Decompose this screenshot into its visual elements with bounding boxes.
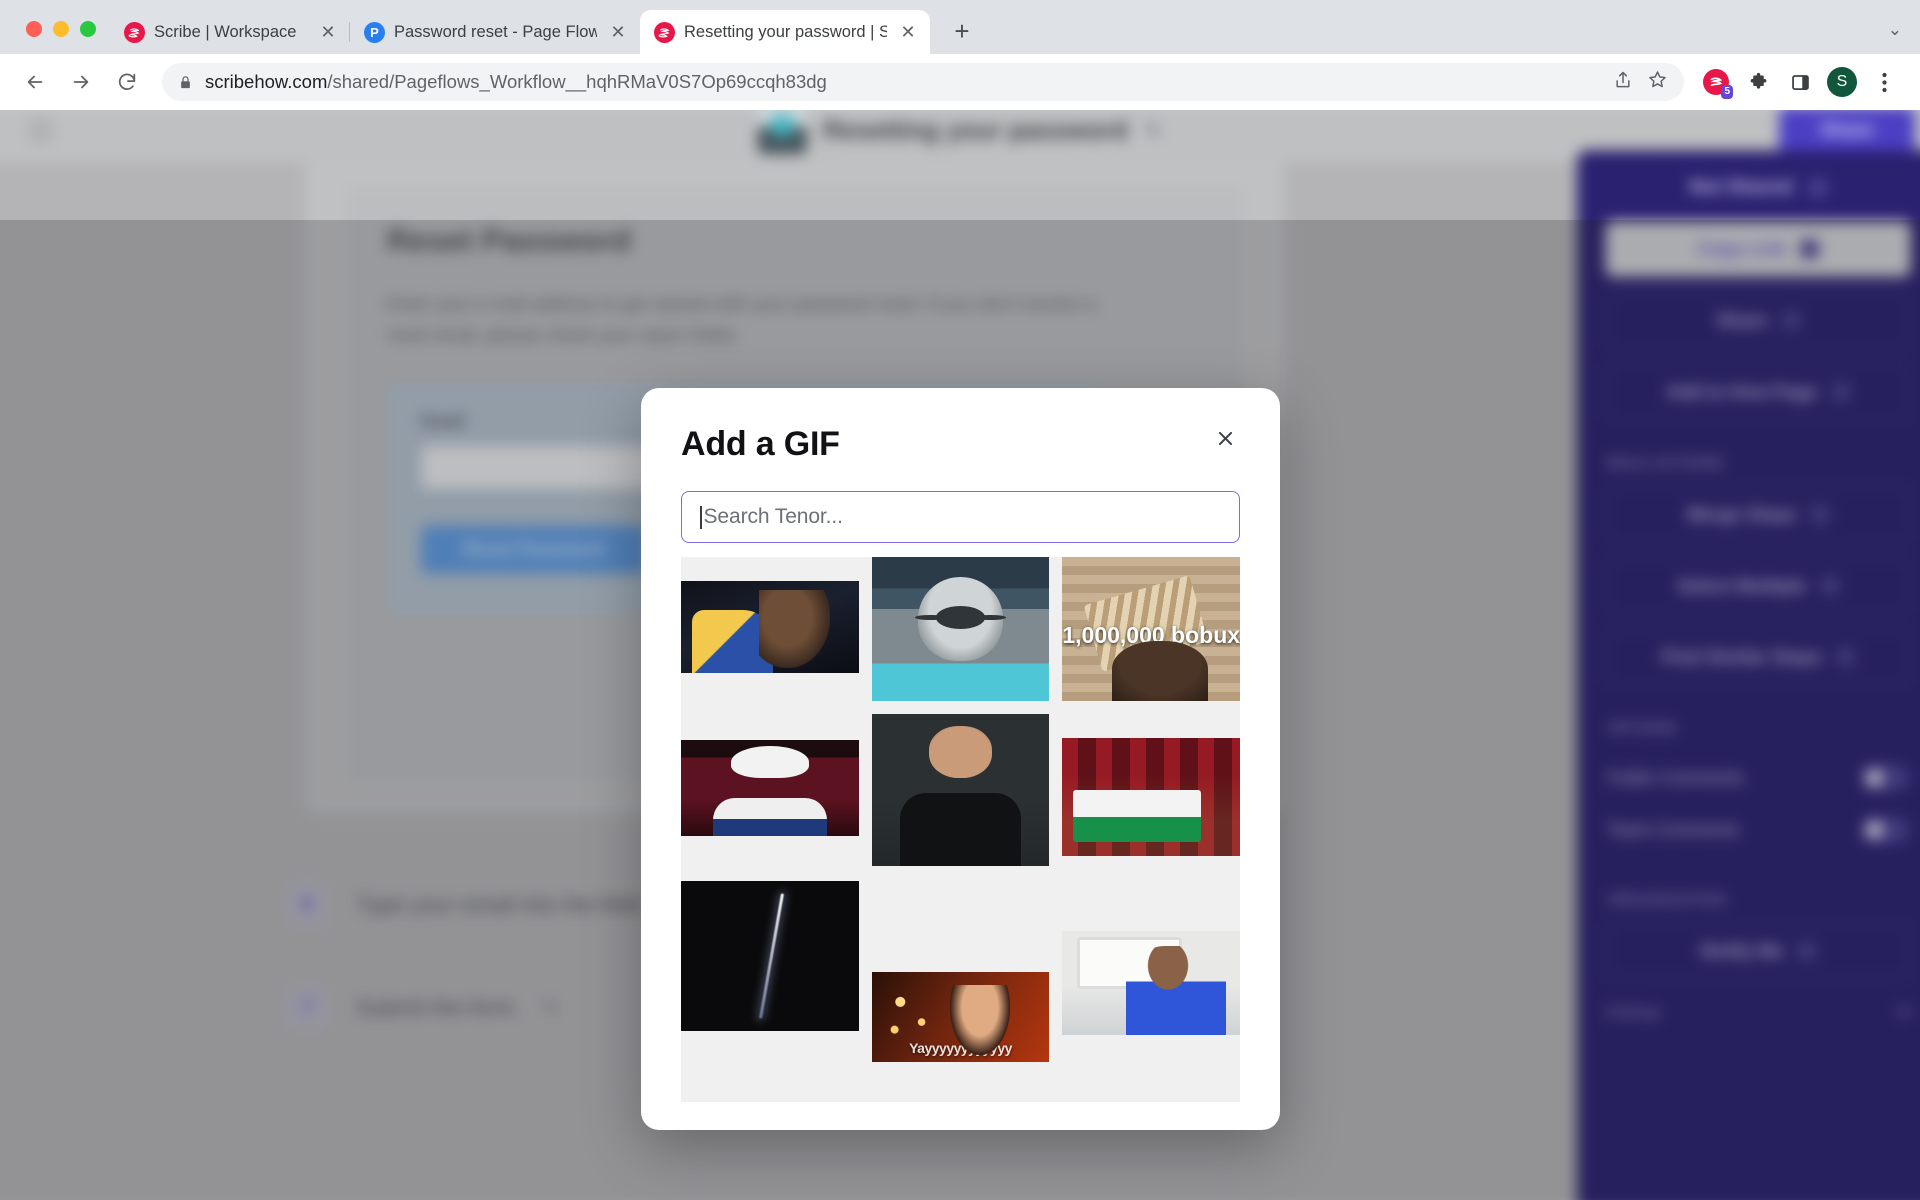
extension-badge-count: 5 [1721, 85, 1733, 99]
new-tab-button[interactable]: + [942, 11, 982, 51]
scribe-icon [124, 21, 145, 43]
gif-caption: MIKA MAGIC™ [722, 814, 818, 830]
tab-title: Password reset - Page Flows - [394, 22, 597, 41]
close-window-button[interactable] [26, 21, 42, 37]
star-icon[interactable] [1647, 69, 1668, 95]
maximize-window-button[interactable] [80, 21, 96, 37]
chevron-down-icon[interactable]: ⌄ [1888, 20, 1902, 40]
close-tab-icon[interactable]: ✕ [316, 20, 340, 44]
scribe-extension-icon[interactable]: 5 [1698, 64, 1734, 100]
page-title: Resetting your password [823, 115, 1128, 145]
tabstrip-right-controls: ⌄ [1888, 20, 1920, 54]
page-viewport: Resetting your password ✎ Share Reset Pa… [0, 110, 1920, 1200]
window-controls [12, 21, 110, 54]
lock-icon [1808, 178, 1828, 198]
reload-icon[interactable] [106, 61, 148, 103]
status-badge: Not Shared [1689, 176, 1793, 199]
browser-window: Scribe | Workspace ✕ P Password reset - … [0, 0, 1920, 1200]
share-button[interactable]: Share [1779, 110, 1915, 155]
gif-result-tile[interactable] [871, 714, 1050, 866]
search-placeholder: Search Tenor... [703, 505, 843, 528]
address-bar[interactable]: scribehow.com/shared/Pageflows_Workflow_… [162, 63, 1684, 101]
pencil-icon[interactable]: ✎ [1144, 118, 1162, 144]
gif-caption: 1,000,000 bobux [1062, 622, 1240, 649]
gif-column-2: Yayyyyyyyyyyyy [871, 557, 1050, 1102]
modal-title: Add a GIF [681, 425, 840, 463]
toolbar-icons: 5 S [1698, 64, 1906, 100]
collapse-sidebar-icon[interactable] [27, 117, 55, 144]
search-row: Search Tenor... [641, 461, 1280, 543]
tab-title: Scribe | Workspace [154, 22, 297, 41]
close-tab-icon[interactable]: ✕ [896, 20, 920, 44]
tab-title: Resetting your password | Scri [684, 22, 887, 41]
text-caret [700, 505, 702, 529]
gif-column-3: 1,000,000 bobux [1062, 557, 1240, 1102]
url-host: scribehow.com [205, 71, 328, 92]
pageflows-icon: P [364, 21, 385, 43]
gif-result-tile[interactable] [871, 557, 1050, 701]
modal-header: Add a GIF [641, 388, 1280, 461]
minimize-window-button[interactable] [53, 21, 69, 37]
document-title-group: Resetting your password ✎ [757, 110, 1162, 155]
gif-result-tile[interactable]: Yayyyyyyyyyyyy [871, 972, 1050, 1062]
add-gif-modal: Add a GIF Search Tenor... MIKA MAGIC™ Ya… [641, 388, 1280, 1130]
close-icon[interactable] [1210, 423, 1240, 453]
extensions-puzzle-icon[interactable] [1740, 64, 1776, 100]
gif-result-tile[interactable] [1062, 738, 1240, 856]
scribe-doc-logo [757, 110, 807, 155]
lock-icon [178, 75, 193, 90]
search-input[interactable]: Search Tenor... [681, 491, 1240, 543]
forward-arrow-icon[interactable] [60, 61, 102, 103]
browser-tab-password-reset[interactable]: P Password reset - Page Flows - ✕ [349, 10, 640, 54]
browser-tab-resetting-your-password[interactable]: Resetting your password | Scri ✕ [640, 10, 930, 54]
close-tab-icon[interactable]: ✕ [606, 20, 630, 44]
browser-toolbar: scribehow.com/shared/Pageflows_Workflow_… [0, 54, 1920, 110]
scribe-icon [654, 21, 675, 43]
kebab-menu-icon[interactable] [1866, 64, 1902, 100]
side-panel-icon[interactable] [1782, 64, 1818, 100]
gif-result-tile[interactable] [681, 881, 859, 1031]
share-icon[interactable] [1613, 70, 1633, 95]
profile-initial: S [1827, 67, 1857, 97]
not-shared-status: Not Shared [1606, 177, 1911, 199]
back-arrow-icon[interactable] [14, 61, 56, 103]
gif-result-tile[interactable] [1062, 931, 1240, 1035]
avatar[interactable]: S [1824, 64, 1860, 100]
gif-results-grid[interactable]: MIKA MAGIC™ Yayyyyyyyyyyyy 1,000,000 bob… [681, 557, 1240, 1102]
browser-tab-scribe-workspace[interactable]: Scribe | Workspace ✕ [110, 10, 350, 54]
tab-strip: Scribe | Workspace ✕ P Password reset - … [0, 0, 1920, 54]
gif-caption: Yayyyyyyyyyyyy [909, 1040, 1012, 1056]
gif-result-tile[interactable]: MIKA MAGIC™ [681, 740, 859, 836]
omnibox-actions [1613, 69, 1668, 95]
gif-result-tile[interactable] [681, 581, 859, 673]
gif-result-tile[interactable]: 1,000,000 bobux [1062, 557, 1240, 701]
gif-column-1: MIKA MAGIC™ [681, 557, 859, 1102]
url-path: /shared/Pageflows_Workflow__hqhRMaV0S7Op… [327, 71, 827, 92]
